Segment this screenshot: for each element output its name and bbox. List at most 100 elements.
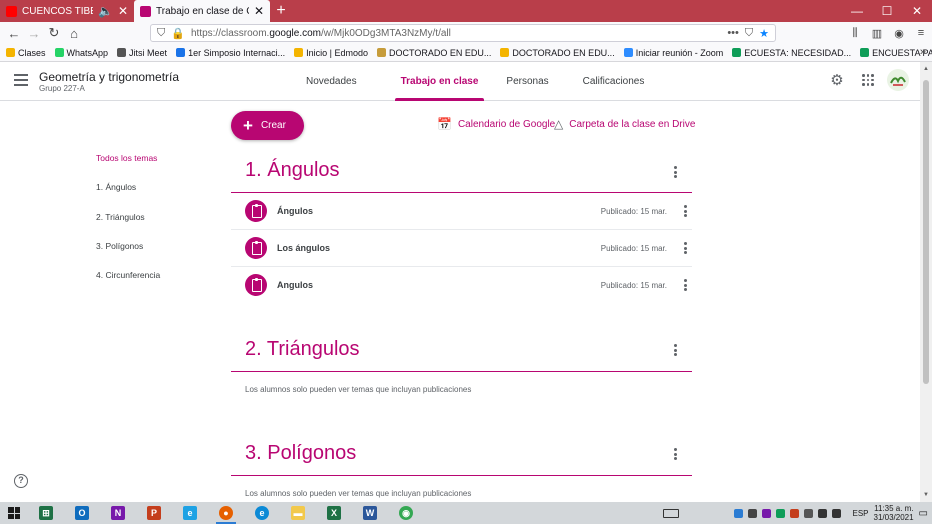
- list-item[interactable]: Angulos Publicado: 15 mar.: [245, 271, 691, 299]
- gear-icon[interactable]: ⚙: [829, 73, 845, 89]
- list-item[interactable]: Ángulos Publicado: 15 mar.: [245, 197, 691, 225]
- assignment-icon: [245, 237, 267, 259]
- minimize-icon[interactable]: —: [842, 0, 872, 22]
- onenote-app-icon[interactable]: N: [100, 502, 136, 524]
- notifications-icon[interactable]: ▭: [919, 508, 928, 519]
- reload-icon[interactable]: ↻: [44, 25, 64, 41]
- lock-icon[interactable]: 🔒: [171, 27, 185, 40]
- maximize-icon[interactable]: ☐: [872, 0, 902, 22]
- shield-icon[interactable]: ⛉: [157, 27, 165, 40]
- scrollbar-thumb[interactable]: [923, 80, 929, 384]
- more-vert-icon[interactable]: [669, 343, 681, 357]
- bookmark-item[interactable]: DOCTORADO EN EDU...: [500, 48, 615, 58]
- language-indicator[interactable]: ESP: [852, 509, 868, 518]
- address-bar[interactable]: ⛉ 🔒 https://classroom.google.com/w/Mjk0O…: [150, 24, 776, 42]
- excel-app-icon[interactable]: ⊞: [28, 502, 64, 524]
- topic-poligonos[interactable]: 3. Polígonos: [96, 241, 160, 270]
- section-title: 2. Triángulos: [245, 338, 360, 360]
- more-vert-icon[interactable]: [679, 241, 691, 255]
- create-button[interactable]: + Crear: [231, 111, 304, 140]
- drive-folder-link[interactable]: △ Carpeta de la clase en Drive: [554, 117, 695, 131]
- powerpoint-app-icon[interactable]: P: [136, 502, 172, 524]
- home-icon[interactable]: ⌂: [64, 26, 84, 41]
- tab-trabajo-en-clase[interactable]: Trabajo en clase: [391, 62, 489, 101]
- close-tab-icon[interactable]: ✕: [254, 4, 264, 18]
- page-actions-icon[interactable]: •••: [727, 27, 739, 39]
- file-explorer-icon[interactable]: ▬: [280, 502, 316, 524]
- topic-angulos[interactable]: 1. Ángulos: [96, 182, 160, 211]
- page-scrollbar[interactable]: ▲ ▼: [920, 62, 932, 502]
- calendar-icon: 📅: [437, 117, 452, 131]
- close-tab-icon[interactable]: ✕: [118, 4, 128, 18]
- tab-personas[interactable]: Personas: [496, 62, 558, 101]
- bookmark-favicon-icon: [376, 48, 386, 57]
- tray-app-icon[interactable]: [734, 508, 744, 518]
- keyboard-icon[interactable]: [663, 508, 680, 518]
- class-tabs: Novedades Trabajo en clase Personas Cali…: [296, 62, 654, 101]
- windows-taskbar: ⊞ O N P e ● e ▬ X W ◉ ESP 11:35 a. m. 31…: [0, 502, 932, 524]
- back-icon[interactable]: ←: [4, 26, 24, 41]
- section-title: 3. Polígonos: [245, 442, 357, 464]
- list-item[interactable]: Los ángulos Publicado: 15 mar.: [245, 234, 691, 262]
- bookmark-item[interactable]: 1er Simposio Internaci...: [176, 48, 285, 58]
- chrome-app-icon[interactable]: ◉: [388, 502, 424, 524]
- bookmarks-overflow-icon[interactable]: »: [920, 46, 926, 58]
- close-window-icon[interactable]: ✕: [902, 0, 932, 22]
- clock[interactable]: 11:35 a. m. 31/03/2021: [874, 504, 914, 522]
- sidebar-icon[interactable]: ▥: [870, 27, 884, 40]
- class-title[interactable]: Geometría y trigonometría: [39, 70, 179, 84]
- bookmark-item[interactable]: Iniciar reunión - Zoom: [623, 48, 723, 58]
- volume-icon[interactable]: [832, 508, 842, 518]
- tab-novedades[interactable]: Novedades: [296, 62, 367, 101]
- bookmark-star-icon[interactable]: ★: [759, 27, 769, 40]
- bookmark-favicon-icon: [6, 48, 15, 57]
- network-icon[interactable]: [804, 508, 814, 518]
- battery-icon[interactable]: [818, 508, 828, 518]
- bluetooth-icon[interactable]: [748, 508, 758, 518]
- new-tab-icon[interactable]: +: [270, 0, 292, 22]
- avatar[interactable]: [887, 69, 909, 91]
- excel-app-icon-2[interactable]: X: [316, 502, 352, 524]
- hamburger-menu-icon[interactable]: [14, 74, 28, 86]
- browser-tab-youtube[interactable]: CUENCOS TIBETANOS SAN 🔈 ✕: [0, 0, 134, 22]
- topic-triangulos[interactable]: 2. Triángulos: [96, 212, 160, 241]
- bookmark-item[interactable]: Inicio | Edmodo: [294, 48, 368, 58]
- edge-app-icon[interactable]: e: [244, 502, 280, 524]
- more-vert-icon[interactable]: [679, 204, 691, 218]
- menu-icon[interactable]: ≡: [914, 27, 928, 39]
- help-icon[interactable]: ?: [14, 474, 28, 488]
- outlook-app-icon[interactable]: O: [64, 502, 100, 524]
- firefox-app-icon[interactable]: ●: [208, 502, 244, 524]
- more-vert-icon[interactable]: [679, 278, 691, 292]
- scroll-down-icon[interactable]: ▼: [920, 492, 932, 498]
- scroll-up-icon[interactable]: ▲: [920, 66, 932, 72]
- bookmark-item[interactable]: Clases: [6, 48, 46, 58]
- item-title: Los ángulos: [277, 243, 331, 253]
- internet-explorer-icon[interactable]: e: [172, 502, 208, 524]
- forward-icon[interactable]: →: [24, 26, 44, 41]
- url-text[interactable]: https://classroom.google.com/w/Mjk0ODg3M…: [191, 28, 721, 39]
- speaker-icon[interactable]: 🔈: [98, 4, 113, 18]
- bookmark-item[interactable]: DOCTORADO EN EDU...: [376, 48, 491, 58]
- tray-app-icon[interactable]: [776, 508, 786, 518]
- bookmark-item[interactable]: ECUESTA: NECESIDAD...: [732, 48, 851, 58]
- windows-start-icon[interactable]: [0, 502, 28, 524]
- more-vert-icon[interactable]: [669, 165, 681, 179]
- bookmark-item[interactable]: WhatsApp: [54, 48, 108, 58]
- tray-app-icon[interactable]: [762, 508, 772, 518]
- google-apps-icon[interactable]: [862, 74, 874, 86]
- tray-app-icon[interactable]: [790, 508, 800, 518]
- tab-title: Trabajo en clase de Geometría: [156, 5, 249, 17]
- library-icon[interactable]: ⫼: [848, 27, 862, 40]
- browser-tab-classroom[interactable]: Trabajo en clase de Geometría ✕: [134, 0, 270, 22]
- topic-all[interactable]: Todos los temas: [96, 153, 160, 182]
- topic-circunferencia[interactable]: 4. Circunferencia: [96, 270, 160, 299]
- pocket-icon[interactable]: ⛉: [745, 27, 753, 40]
- item-date: Publicado: 15 mar.: [600, 206, 667, 216]
- account-icon[interactable]: ◉: [892, 27, 906, 40]
- word-app-icon[interactable]: W: [352, 502, 388, 524]
- google-calendar-link[interactable]: 📅 Calendario de Google: [437, 117, 555, 131]
- bookmark-item[interactable]: Jitsi Meet: [117, 48, 167, 58]
- more-vert-icon[interactable]: [669, 447, 681, 461]
- tab-calificaciones[interactable]: Calificaciones: [573, 62, 655, 101]
